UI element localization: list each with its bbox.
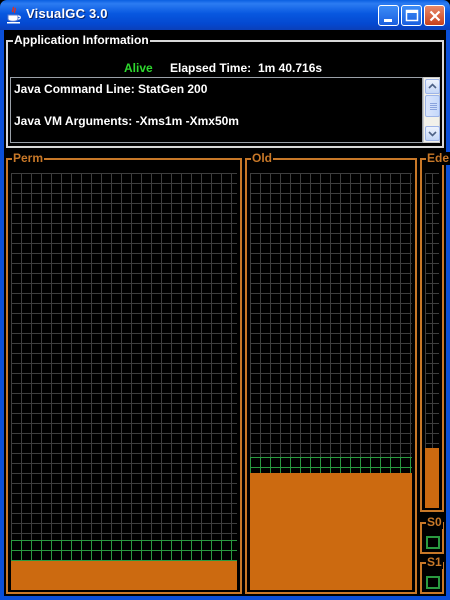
eden-space-grid bbox=[425, 173, 439, 508]
eden-space-panel: Ede bbox=[420, 152, 450, 512]
perm-space-panel: Perm bbox=[6, 152, 242, 594]
old-space-panel: Old bbox=[245, 152, 417, 594]
arrow-up-icon bbox=[428, 83, 437, 89]
minimize-icon bbox=[384, 19, 392, 22]
perm-space-label: Perm bbox=[12, 151, 45, 165]
arrow-down-icon bbox=[428, 131, 437, 137]
maximize-button[interactable] bbox=[401, 5, 422, 26]
s0-space-label: S0 bbox=[426, 515, 443, 529]
eden-space-label: Ede bbox=[426, 151, 450, 165]
window-frame-bottom bbox=[0, 596, 450, 600]
close-button[interactable] bbox=[424, 5, 445, 26]
java-cup-icon bbox=[7, 6, 21, 24]
grip-line bbox=[430, 105, 437, 106]
s0-space-box bbox=[426, 536, 440, 549]
title-bar[interactable]: VisualGC 3.0 bbox=[0, 0, 450, 30]
s0-space-panel: S0 bbox=[420, 516, 444, 554]
vm-arguments-text: Java VM Arguments: -Xms1m -Xmx50m bbox=[14, 114, 239, 128]
window-title: VisualGC 3.0 bbox=[26, 6, 108, 21]
old-used-bar bbox=[250, 473, 412, 590]
status-indicator: Alive bbox=[124, 61, 153, 75]
old-space-label: Old bbox=[251, 151, 273, 165]
scroll-down-button[interactable] bbox=[425, 126, 440, 141]
elapsed-time-value: 1m 40.716s bbox=[258, 61, 323, 75]
application-info-title: Application Information bbox=[13, 33, 150, 47]
command-line-text: Java Command Line: StatGen 200 bbox=[14, 82, 208, 96]
s1-space-label: S1 bbox=[426, 555, 443, 569]
scroll-up-button[interactable] bbox=[425, 79, 440, 94]
maximize-icon bbox=[405, 9, 419, 22]
minimize-button[interactable] bbox=[378, 5, 399, 26]
s1-space-panel: S1 bbox=[420, 556, 444, 594]
info-scrollbar[interactable] bbox=[423, 77, 440, 143]
s1-space-box bbox=[426, 576, 440, 589]
perm-used-bar bbox=[11, 561, 237, 590]
elapsed-time-label: Elapsed Time: bbox=[170, 61, 252, 75]
old-space-grid bbox=[250, 173, 412, 590]
grip-line bbox=[430, 109, 437, 110]
application-info-panel: Application Information Alive Elapsed Ti… bbox=[6, 34, 444, 148]
close-icon bbox=[429, 10, 441, 22]
grip-line bbox=[430, 103, 437, 104]
window-frame-right bbox=[446, 30, 450, 600]
perm-space-grid bbox=[11, 173, 237, 590]
jvm-info-text-area[interactable]: Java Command Line: StatGen 200 Java VM A… bbox=[10, 77, 423, 143]
grip-line bbox=[430, 107, 437, 108]
eden-used-bar bbox=[425, 448, 439, 508]
window-frame-left bbox=[0, 30, 4, 600]
scroll-thumb[interactable] bbox=[425, 95, 440, 117]
